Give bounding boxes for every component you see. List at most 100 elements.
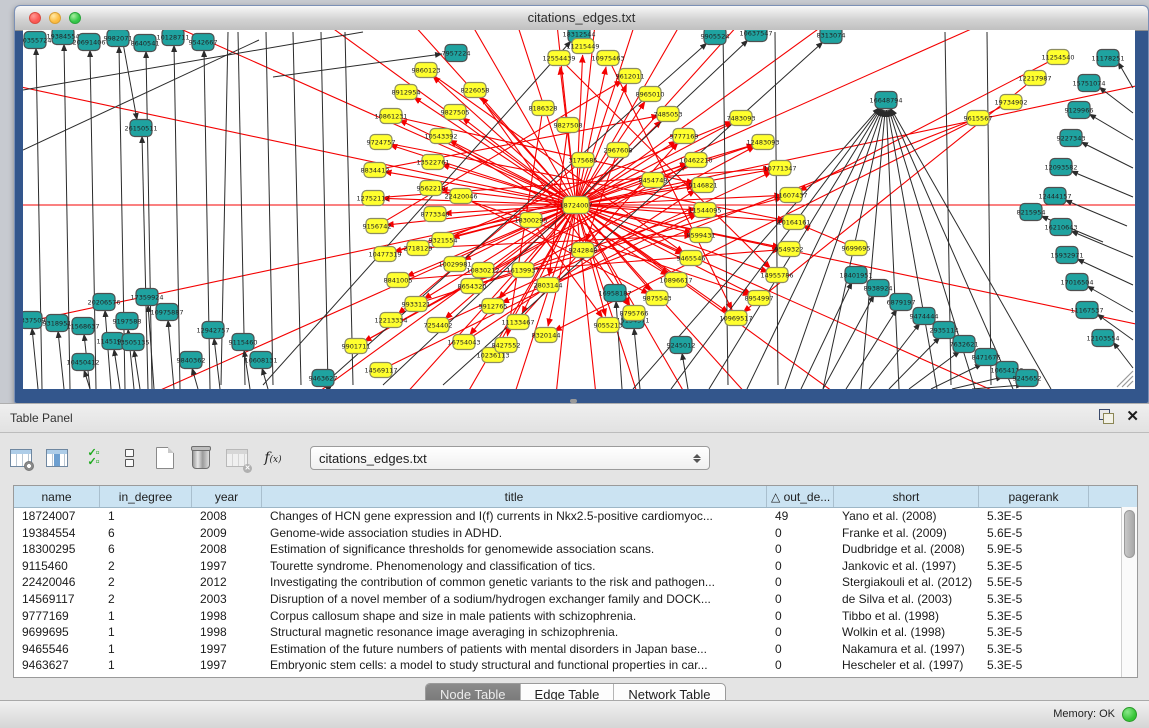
node-label: 17359924 xyxy=(130,293,163,301)
table-cell: 5.5E-5 xyxy=(979,574,1089,591)
node-label: 3175685 xyxy=(569,156,598,164)
node-label: 9129966 xyxy=(1065,106,1094,114)
table-cell: Investigating the contribution of common… xyxy=(262,574,767,591)
table-row[interactable]: 946362711997Embryonic stem cells: a mode… xyxy=(14,657,1137,674)
table-row[interactable]: 1872400712008Changes of HCN gene express… xyxy=(14,508,1137,525)
node-label: 10543392 xyxy=(424,132,457,140)
table-cell: 0 xyxy=(767,558,834,575)
node-label: 9777169 xyxy=(670,132,699,140)
network-window-titlebar[interactable]: citations_edges.txt xyxy=(15,6,1148,31)
table-source-value: citations_edges.txt xyxy=(319,451,693,466)
table-cell: Stergiakouli et al. (2012) xyxy=(834,574,979,591)
table-cell: de Silva et al. (2003) xyxy=(834,591,979,608)
table-source-dropdown[interactable]: citations_edges.txt xyxy=(310,446,710,470)
node-label: 10462210 xyxy=(679,156,712,164)
node-label: 16958187 xyxy=(598,289,631,297)
table-cell: 5.3E-5 xyxy=(979,558,1089,575)
node-label: 20206576 xyxy=(87,298,120,306)
network-canvas[interactable]: 1035572419384554206914069982071864054110… xyxy=(23,30,1135,389)
table-row[interactable]: 2242004622012Investigating the contribut… xyxy=(14,574,1137,591)
node-label: 6879197 xyxy=(887,298,916,306)
column-header-title[interactable]: title xyxy=(262,486,767,507)
node-label: 11607437 xyxy=(774,191,807,199)
table-row[interactable]: 1830029562008Estimation of significance … xyxy=(14,541,1137,558)
checkmarks-icon: ✓▫✓▫ xyxy=(87,449,98,467)
table-cell: 0 xyxy=(767,608,834,625)
table-cell: Disruption of a novel member of a sodium… xyxy=(262,591,767,608)
node-label: 8186328 xyxy=(529,104,558,112)
table-cell: Yano et al. (2008) xyxy=(834,508,979,525)
table-cell: 18300295 xyxy=(14,541,100,558)
node-label: 18312544 xyxy=(562,30,595,38)
table-toolbar: ✓▫✓▫ ✕ f(x) citations_edges.txt xyxy=(8,440,1141,476)
node-label: 8954997 xyxy=(745,294,774,302)
table-settings-button[interactable] xyxy=(8,445,34,471)
table-cell: 9463627 xyxy=(14,657,100,674)
node-label: 8773340 xyxy=(421,210,450,218)
new-table-button[interactable] xyxy=(152,445,178,471)
table-row[interactable]: 946554611997Estimation of the future num… xyxy=(14,641,1137,658)
table-row[interactable]: 1938455462009Genome-wide association stu… xyxy=(14,525,1137,542)
table-row[interactable]: 911546021997Tourette syndrome. Phenomeno… xyxy=(14,558,1137,575)
table-cell: 0 xyxy=(767,525,834,542)
table-cell: 0 xyxy=(767,641,834,658)
memory-ok-icon xyxy=(1122,707,1137,722)
node-label: 7632621 xyxy=(950,340,979,348)
show-columns-button[interactable] xyxy=(44,445,70,471)
table-cell: 1 xyxy=(100,608,192,625)
node-label: 11544095 xyxy=(688,206,721,214)
node-label: 11133467 xyxy=(501,318,534,326)
node-label: 8834412 xyxy=(361,166,390,174)
node-label: 10164161 xyxy=(777,218,810,226)
node-label: 7485053 xyxy=(654,110,683,118)
node-label: 9724757 xyxy=(367,138,396,146)
column-header-short[interactable]: short xyxy=(834,486,979,507)
table-cell: 1 xyxy=(100,624,192,641)
table-cell: 5.3E-5 xyxy=(979,624,1089,641)
table-cell: 1997 xyxy=(192,657,262,674)
column-header-year[interactable]: year xyxy=(192,486,262,507)
column-header-pagerank[interactable]: pagerank xyxy=(979,486,1089,507)
table-row[interactable]: 1456911722003Disruption of a novel membe… xyxy=(14,591,1137,608)
table-cell: 5.3E-5 xyxy=(979,508,1089,525)
node-label: 8640541 xyxy=(131,39,160,47)
scrollbar-thumb[interactable] xyxy=(1124,510,1135,558)
column-header-name[interactable]: name xyxy=(14,486,100,507)
select-all-columns-button[interactable]: ✓▫✓▫ xyxy=(80,445,106,471)
table-cell: 9777169 xyxy=(14,608,100,625)
node-label: 11178251 xyxy=(1091,54,1124,62)
node-label: 18300295 xyxy=(514,216,547,224)
table-row[interactable]: 969969511998Structural magnetic resonanc… xyxy=(14,624,1137,641)
node-label: 11568637 xyxy=(66,322,99,330)
close-panel-icon[interactable]: ✕ xyxy=(1126,409,1139,424)
node-label: 14955786 xyxy=(760,271,793,279)
node-label: 9827505 xyxy=(441,108,470,116)
row-height-button[interactable] xyxy=(116,445,142,471)
node-label: 12554439 xyxy=(542,54,575,62)
column-header-out_de[interactable]: △ out_de... xyxy=(767,486,834,507)
node-label: 9321554 xyxy=(429,236,458,244)
delete-table-button[interactable] xyxy=(188,445,214,471)
node-label: 2803144 xyxy=(534,281,563,289)
vertical-scrollbar[interactable] xyxy=(1121,507,1137,677)
rows-icon xyxy=(125,449,134,467)
table-row[interactable]: 977716911998Corpus callosum shape and si… xyxy=(14,608,1137,625)
node-label: 10861231 xyxy=(374,112,407,120)
table-cell: Changes of HCN gene expression and I(f) … xyxy=(262,508,767,525)
node-label: 8226058 xyxy=(461,86,490,94)
node-label: 8654320 xyxy=(458,282,487,290)
node-label: 9115460 xyxy=(229,338,258,346)
table-cell: 49 xyxy=(767,508,834,525)
table-cell: 6 xyxy=(100,525,192,542)
column-header-in_degree[interactable]: in_degree xyxy=(100,486,192,507)
node-label: 10896617 xyxy=(659,276,692,284)
node-label: 8427552 xyxy=(492,341,521,349)
fx-icon: f(x) xyxy=(264,450,281,466)
table-cell: Hescheler et al. (1997) xyxy=(834,657,979,674)
node-label: 2718129 xyxy=(404,244,433,252)
node-label: 9982071 xyxy=(104,34,133,42)
float-panel-icon[interactable] xyxy=(1099,409,1114,424)
table-cell: 9699695 xyxy=(14,624,100,641)
table-cell: Jankovic et al. (1997) xyxy=(834,558,979,575)
function-builder-button[interactable]: f(x) xyxy=(260,445,286,471)
